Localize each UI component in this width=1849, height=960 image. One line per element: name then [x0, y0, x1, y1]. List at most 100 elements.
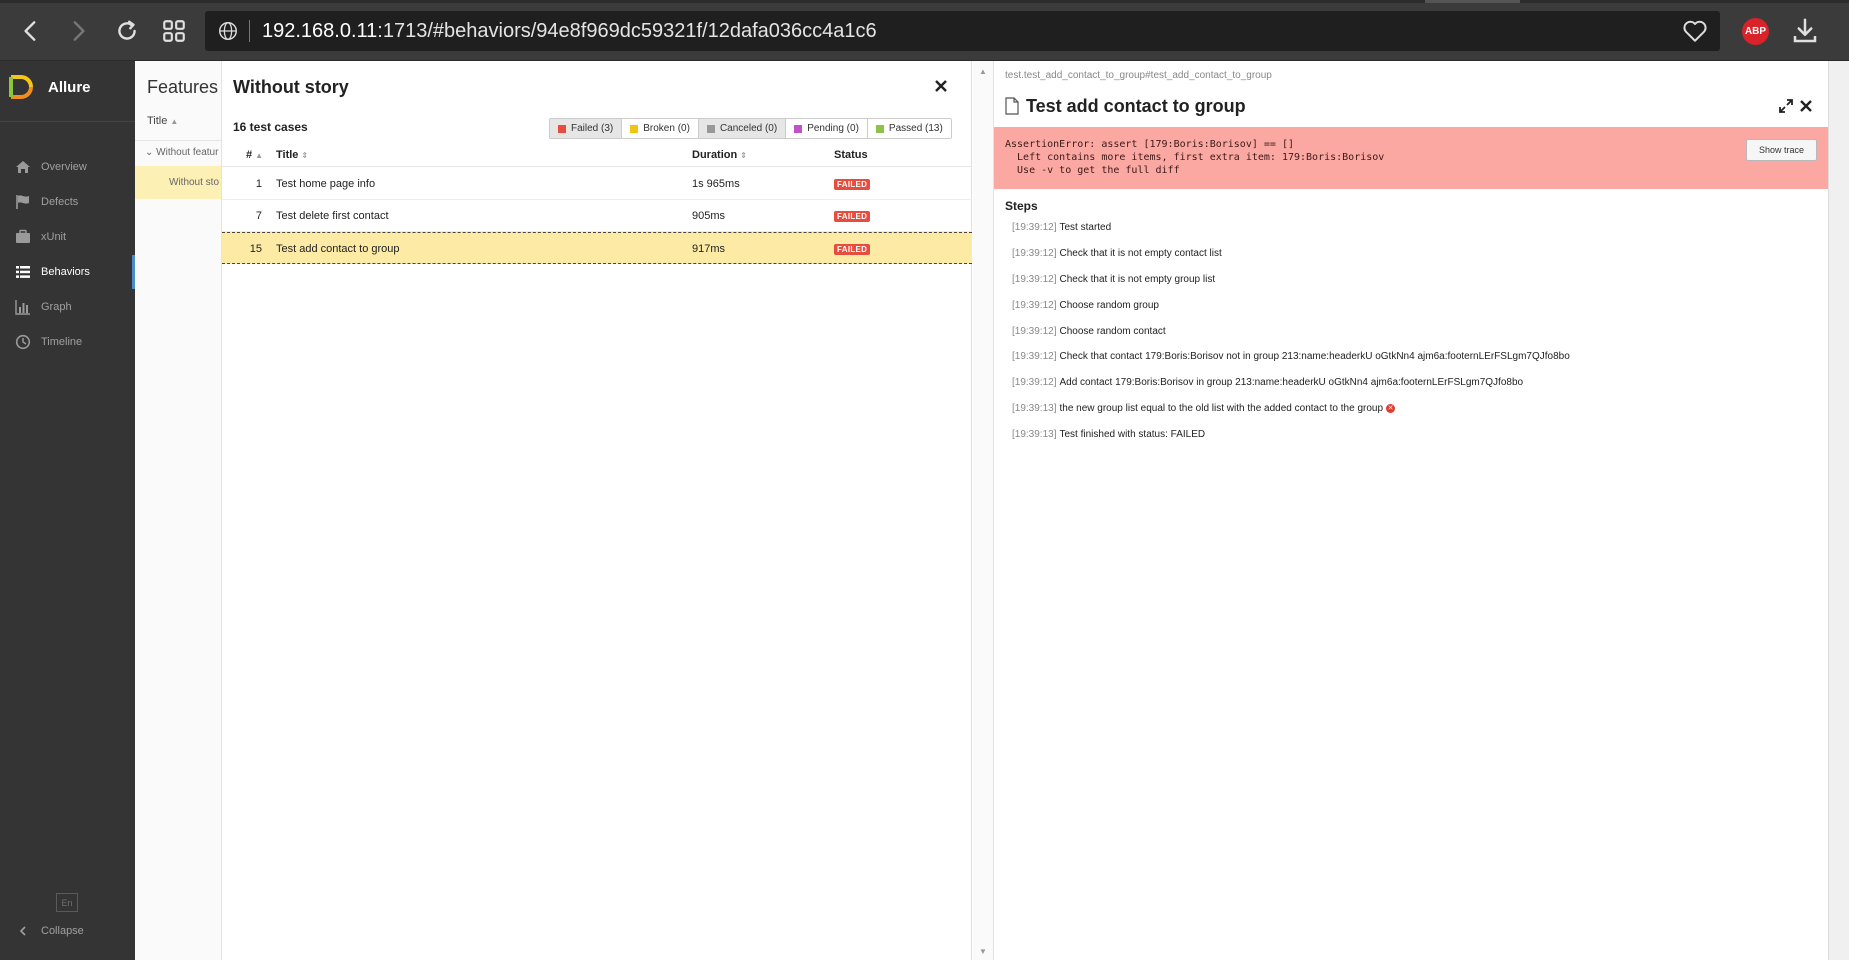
nav-label: Defects	[41, 196, 79, 208]
filter-canceled[interactable]: Canceled (0)	[697, 119, 786, 138]
collapse-button[interactable]: Collapse	[0, 919, 135, 943]
arrow-left-icon	[24, 21, 36, 41]
expand-icon[interactable]	[1778, 98, 1794, 114]
step-time: [19:39:12]	[1012, 377, 1057, 388]
home-icon	[14, 159, 32, 175]
list-icon	[14, 264, 32, 280]
row-title: Test home page info	[276, 178, 376, 190]
step-time: [19:39:12]	[1012, 300, 1057, 311]
column-title[interactable]: Title ⇕	[276, 149, 308, 161]
row-duration: 905ms	[692, 210, 726, 222]
nav-graph[interactable]: Graph	[0, 290, 135, 324]
step-text: Check that it is not empty contact list	[1059, 248, 1222, 259]
error-text: AssertionError: assert [179:Boris:Boriso…	[1005, 139, 1385, 176]
nav-xunit[interactable]: xUnit	[0, 220, 135, 254]
step-text: Check that contact 179:Boris:Borisov not…	[1059, 351, 1570, 362]
page-scrollbar[interactable]	[1828, 61, 1849, 960]
column-status[interactable]: Status	[834, 149, 868, 161]
close-icon[interactable]	[1799, 99, 1813, 113]
collapse-label: Collapse	[41, 925, 84, 937]
nav-overview[interactable]: Overview	[0, 150, 135, 184]
table-header: # ▲ Title ⇕ Duration ⇕ Status	[222, 145, 972, 167]
status-filters: Failed (3) Broken (0) Canceled (0) Pendi…	[549, 118, 952, 139]
language-switch[interactable]: En	[56, 893, 78, 912]
step-item[interactable]: [19:39:12] Check that it is not empty con…	[1012, 248, 1222, 259]
arrow-right-icon	[73, 21, 85, 41]
heart-icon[interactable]	[1682, 19, 1708, 43]
step-item[interactable]: [19:39:12] Test started	[1012, 222, 1111, 233]
allure-sidebar: Allure Overview Defects xUnit Behaviors …	[0, 61, 135, 960]
filter-passed[interactable]: Passed (13)	[866, 119, 951, 138]
step-item[interactable]: [19:39:12] Choose random group	[1012, 300, 1159, 311]
filter-pending[interactable]: Pending (0)	[785, 119, 867, 138]
row-title: Test add contact to group	[276, 243, 400, 255]
url-path: :1713/#behaviors/94e8f969dc59321f/12dafa…	[377, 20, 877, 42]
reload-icon	[118, 20, 136, 40]
panel-title: Without story	[233, 77, 349, 97]
step-text: Choose random group	[1059, 300, 1159, 311]
grid-icon	[163, 20, 185, 42]
step-item[interactable]: [19:39:12] Add contact 179:Boris:Borisov …	[1012, 377, 1523, 388]
step-text: Test started	[1059, 222, 1112, 233]
column-duration[interactable]: Duration ⇕	[692, 149, 747, 161]
pane-scrollbar[interactable]: ▲ ▼	[973, 61, 994, 960]
show-trace-button[interactable]: Show trace	[1746, 139, 1817, 161]
row-duration: 917ms	[692, 243, 726, 255]
close-icon[interactable]	[933, 78, 949, 94]
nav-label: Graph	[41, 301, 72, 313]
row-num: 15	[249, 243, 262, 255]
clock-icon	[14, 334, 32, 350]
step-item[interactable]: [19:39:12] Check that it is not empty gro…	[1012, 274, 1215, 285]
table-row[interactable]: 7 Test delete first contact 905ms FAILED	[222, 200, 972, 232]
features-title: Features	[147, 77, 219, 97]
download-icon[interactable]	[1790, 16, 1820, 46]
adblock-icon[interactable]: ABP	[1742, 18, 1769, 45]
row-num: 7	[255, 210, 262, 222]
forward-button[interactable]	[61, 14, 95, 48]
scroll-down-icon[interactable]: ▼	[979, 947, 987, 956]
features-title-column[interactable]: Title ▲	[147, 115, 178, 127]
test-detail-panel: test.test_add_contact_to_group#test_add_…	[994, 61, 1828, 960]
step-time: [19:39:12]	[1012, 248, 1057, 259]
step-time: [19:39:12]	[1012, 274, 1057, 285]
step-text: Add contact 179:Boris:Borisov in group 2…	[1059, 377, 1524, 388]
step-item[interactable]: [19:39:12] Choose random contact	[1012, 326, 1166, 337]
row-num: 1	[255, 178, 262, 190]
table-row[interactable]: 1 Test home page info 1s 965ms FAILED	[222, 168, 972, 200]
filter-broken[interactable]: Broken (0)	[621, 119, 698, 138]
column-num[interactable]: # ▲	[246, 149, 263, 161]
step-item[interactable]: [19:39:13] Test finished with status: FAI…	[1012, 429, 1205, 440]
file-icon	[1005, 97, 1019, 115]
nav-label: Overview	[41, 161, 87, 173]
feature-group[interactable]: ⌄ Without featur	[145, 147, 218, 158]
url-text[interactable]: 192.168.0.11:1713/#behaviors/94e8f969dc5…	[262, 20, 877, 42]
globe-icon	[219, 22, 237, 40]
breadcrumb: test.test_add_contact_to_group#test_add_…	[1005, 70, 1272, 81]
browser-toolbar: 192.168.0.11:1713/#behaviors/94e8f969dc5…	[0, 0, 1849, 61]
tab-strip	[0, 0, 1849, 3]
table-row-selected[interactable]: 15 Test add contact to group 917ms FAILE…	[222, 232, 972, 264]
step-item-failed[interactable]: [19:39:13] the new group list equal to th…	[1012, 403, 1396, 414]
scroll-up-icon[interactable]: ▲	[979, 67, 987, 76]
step-text: Check that it is not empty group list	[1059, 274, 1216, 285]
feature-story-item[interactable]: Without sto	[135, 166, 221, 199]
nav-behaviors[interactable]: Behaviors	[0, 255, 135, 289]
step-text: Test finished with status: FAILED	[1059, 429, 1206, 440]
test-count: 16 test cases	[233, 120, 308, 134]
features-pane: Features Title ▲ ⌄ Without featur Without…	[135, 61, 222, 960]
chevron-down-icon: ⌄	[145, 147, 154, 158]
bar-chart-icon	[14, 299, 32, 315]
step-time: [19:39:12]	[1012, 222, 1057, 233]
briefcase-icon	[14, 229, 32, 245]
reload-button[interactable]	[110, 14, 144, 48]
nav-defects[interactable]: Defects	[0, 185, 135, 219]
nav-timeline[interactable]: Timeline	[0, 325, 135, 359]
back-button[interactable]	[14, 14, 48, 48]
step-item[interactable]: [19:39:12] Check that contact 179:Boris:B…	[1012, 351, 1570, 362]
step-time: [19:39:12]	[1012, 351, 1057, 362]
speed-dial-button[interactable]	[157, 14, 191, 48]
filter-failed[interactable]: Failed (3)	[550, 119, 622, 138]
address-bar[interactable]: 192.168.0.11:1713/#behaviors/94e8f969dc5…	[205, 11, 1720, 51]
allure-logo-icon	[9, 75, 33, 99]
status-badge: FAILED	[834, 211, 871, 222]
